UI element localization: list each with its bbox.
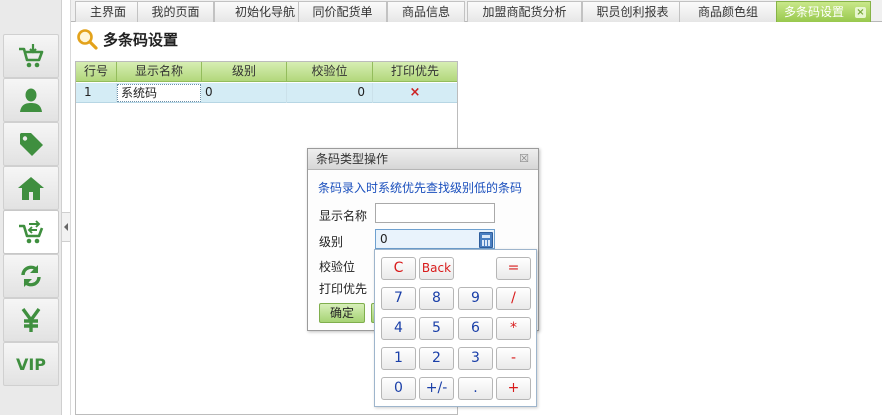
- tab-label: 商品颜色组: [697, 5, 758, 19]
- cell-level[interactable]: 0: [202, 83, 287, 103]
- key-8[interactable]: 8: [419, 287, 454, 310]
- print-priority-label: 打印优先: [319, 282, 368, 296]
- sidebar: VIP: [0, 0, 62, 415]
- tab-label: 同价配货单: [312, 5, 373, 19]
- key-6[interactable]: 6: [458, 317, 493, 340]
- tab-home[interactable]: 主界面: [75, 1, 141, 22]
- cart-transfer-icon: [19, 220, 44, 244]
- sidebar-item-home[interactable]: [3, 166, 59, 210]
- tab-label: 我的页面: [151, 5, 200, 19]
- display-name-label: 显示名称: [319, 209, 368, 223]
- key-3[interactable]: 3: [458, 347, 493, 370]
- sidebar-item-cart-transfer[interactable]: [3, 210, 59, 254]
- key-2[interactable]: 2: [419, 347, 454, 370]
- cart-in-icon: [19, 44, 44, 68]
- home-icon: [18, 177, 44, 200]
- tab-multi-barcode[interactable]: 多条码设置 ×: [776, 1, 871, 22]
- tab-label: 主界面: [89, 5, 126, 19]
- level-label: 级别: [319, 235, 344, 249]
- numeric-keypad: C Back = 7 8 9 / 4 5 6 * 1 2 3 - 0 +/- .…: [374, 249, 537, 407]
- key-9[interactable]: 9: [458, 287, 493, 310]
- dialog-title: 条码类型操作: [316, 152, 389, 166]
- search-icon: [77, 29, 98, 50]
- close-icon[interactable]: ☒: [519, 149, 529, 169]
- key-1[interactable]: 1: [381, 347, 416, 370]
- tab-label: 职员创利报表: [596, 5, 669, 19]
- grid-header: 行号 显示名称 级别 校验位 打印优先: [76, 62, 457, 82]
- close-icon[interactable]: ×: [855, 7, 866, 18]
- user-icon: [20, 88, 42, 112]
- tab-staff-profit-report[interactable]: 职员创利报表: [582, 1, 683, 22]
- sidebar-item-yen[interactable]: [3, 298, 59, 342]
- key-0[interactable]: 0: [381, 377, 416, 400]
- cell-row-no: 1: [76, 83, 117, 103]
- sidebar-item-refresh[interactable]: [3, 254, 59, 298]
- tab-bar: 主界面 我的页面 初始化导航 同价配货单 商品信息 加盟商配货分析 职员创利报表…: [71, 0, 882, 22]
- vip-icon: VIP: [15, 354, 47, 374]
- key-7[interactable]: 7: [381, 287, 416, 310]
- table-row[interactable]: 1 系统码 0 0 ×: [76, 83, 457, 103]
- tag-icon: [20, 133, 43, 156]
- column-header-display-name[interactable]: 显示名称: [117, 62, 202, 82]
- column-header-row-no[interactable]: 行号: [76, 62, 117, 82]
- dialog-title-bar[interactable]: 条码类型操作 ☒: [308, 149, 538, 170]
- tab-my-page[interactable]: 我的页面: [137, 1, 214, 22]
- key-divide[interactable]: /: [496, 287, 531, 310]
- calculator-icon[interactable]: [479, 232, 493, 248]
- sidebar-item-user[interactable]: [3, 78, 59, 122]
- key-back[interactable]: Back: [419, 257, 454, 280]
- refresh-icon: [21, 265, 41, 287]
- page-header: 多条码设置: [76, 27, 178, 51]
- key-plus[interactable]: +: [496, 377, 531, 400]
- divider: [70, 0, 71, 415]
- key-plus-minus[interactable]: +/-: [419, 377, 454, 400]
- tab-label: 多条码设置: [784, 5, 845, 19]
- sidebar-item-tag[interactable]: [3, 122, 59, 166]
- key-multiply[interactable]: *: [496, 317, 531, 340]
- level-field-value: 0: [380, 232, 388, 246]
- column-header-print-priority[interactable]: 打印优先: [373, 62, 457, 82]
- tab-product-info[interactable]: 商品信息: [387, 1, 465, 22]
- key-minus[interactable]: -: [496, 347, 531, 370]
- tab-color-group[interactable]: 商品颜色组: [679, 1, 777, 22]
- dialog-hint: 条码录入时系统优先查找级别低的条码: [318, 181, 523, 195]
- column-header-level[interactable]: 级别: [202, 62, 287, 82]
- cell-print-priority[interactable]: ×: [373, 83, 457, 103]
- cell-check-digit[interactable]: 0: [287, 83, 373, 103]
- confirm-button[interactable]: 确定: [319, 303, 365, 323]
- sidebar-item-cart-in[interactable]: [3, 34, 59, 78]
- key-5[interactable]: 5: [419, 317, 454, 340]
- display-name-field[interactable]: [375, 203, 495, 223]
- tab-franchise-analysis[interactable]: 加盟商配货分析: [467, 1, 582, 22]
- yen-icon: [21, 308, 41, 332]
- key-clear[interactable]: C: [381, 257, 416, 280]
- tab-label: 加盟商配货分析: [482, 5, 567, 19]
- tab-same-price-order[interactable]: 同价配货单: [298, 1, 387, 22]
- level-field[interactable]: 0: [375, 229, 495, 249]
- key-4[interactable]: 4: [381, 317, 416, 340]
- sidebar-item-vip[interactable]: VIP: [3, 342, 59, 386]
- tab-label: 初始化导航: [234, 5, 295, 19]
- key-equals[interactable]: =: [496, 257, 531, 280]
- page-title: 多条码设置: [103, 30, 179, 49]
- check-digit-label: 校验位: [319, 260, 356, 274]
- key-decimal[interactable]: .: [458, 377, 493, 400]
- column-header-check-digit[interactable]: 校验位: [287, 62, 373, 82]
- tab-label: 商品信息: [401, 5, 450, 19]
- cell-display-name[interactable]: 系统码: [117, 84, 201, 102]
